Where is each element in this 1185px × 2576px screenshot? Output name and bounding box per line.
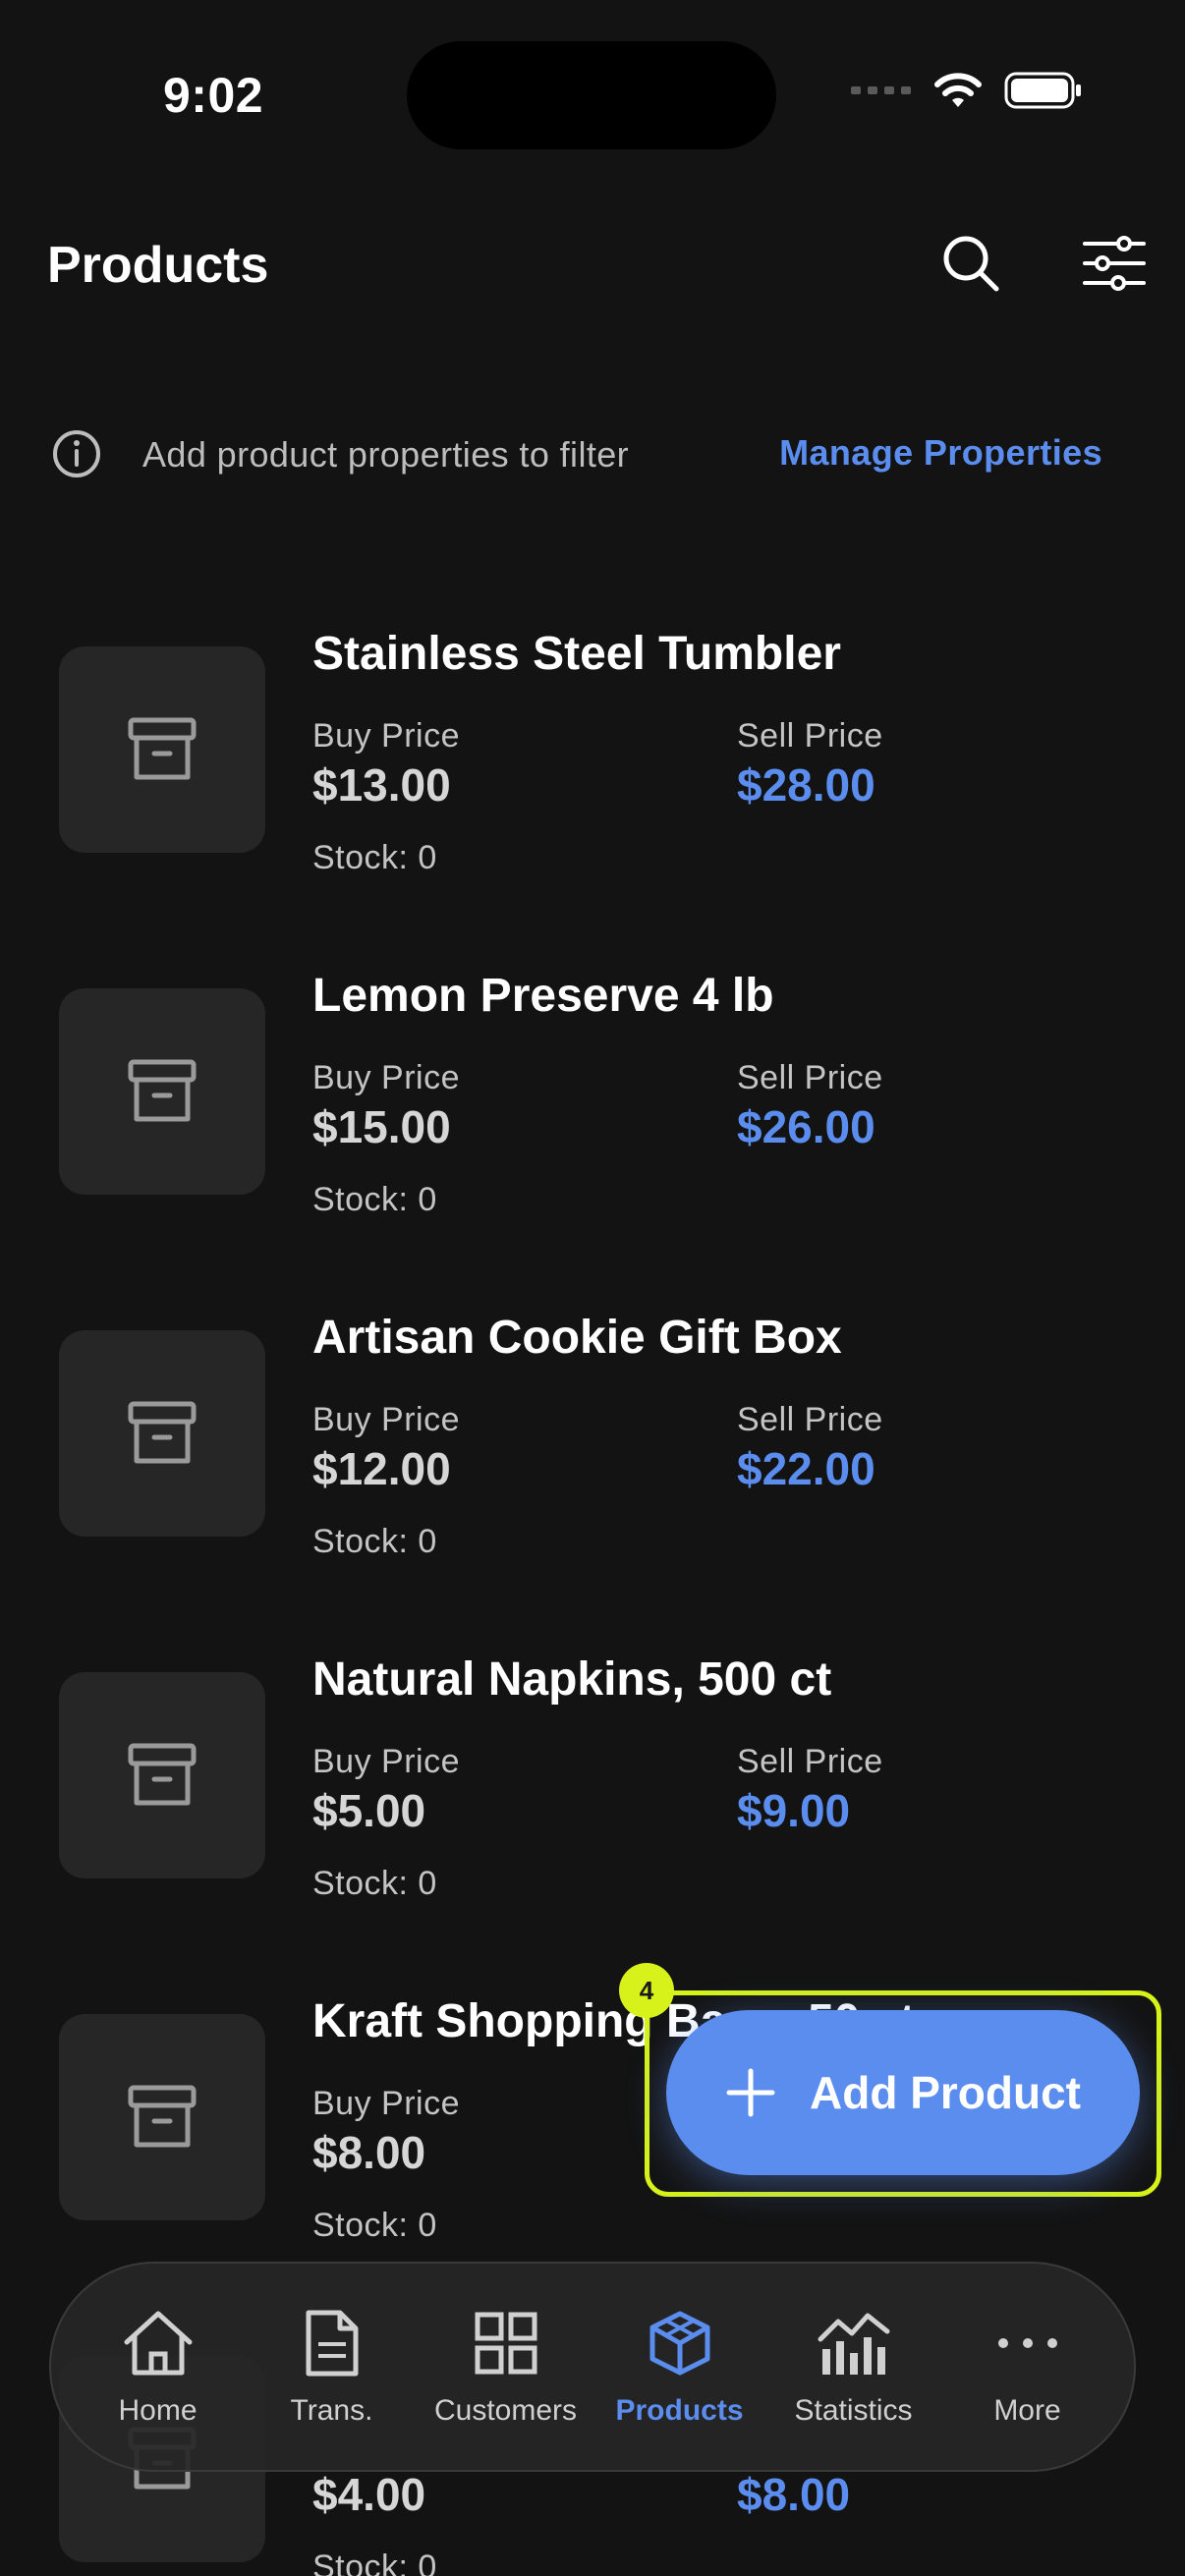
buy-price: $15.00 bbox=[312, 1101, 451, 1152]
nav-label: Trans. bbox=[290, 2394, 373, 2427]
wifi-icon bbox=[934, 73, 982, 107]
bottom-nav: Home Trans. Customers Products Statistic… bbox=[49, 2262, 1136, 2472]
more-icon bbox=[997, 2338, 1057, 2348]
info-text: Add product properties to filter bbox=[142, 434, 630, 475]
product-thumbnail bbox=[59, 988, 265, 1195]
sell-price: $28.00 bbox=[737, 759, 875, 811]
add-product-label: Add Product bbox=[810, 2067, 1081, 2118]
sell-price-label: Sell Price bbox=[737, 717, 883, 755]
stock-count: Stock: 0 bbox=[312, 1865, 437, 1902]
nav-label: Products bbox=[615, 2394, 744, 2427]
buy-price-label: Buy Price bbox=[312, 1743, 460, 1780]
status-icons bbox=[851, 71, 1083, 110]
add-product-button[interactable]: Add Product bbox=[666, 2010, 1140, 2175]
buy-price: $12.00 bbox=[312, 1443, 451, 1494]
nav-item-products[interactable]: Products bbox=[596, 2306, 763, 2428]
archive-box-icon bbox=[128, 1401, 197, 1464]
buy-price: $5.00 bbox=[312, 1785, 426, 1836]
status-time: 9:02 bbox=[163, 68, 264, 123]
filter-settings-button[interactable] bbox=[1081, 230, 1148, 297]
product-item[interactable]: Lemon Preserve 4 lb Buy Price Sell Price… bbox=[0, 951, 1185, 1293]
buy-price-label: Buy Price bbox=[312, 717, 460, 755]
nav-label: More bbox=[993, 2394, 1061, 2427]
stock-count: Stock: 0 bbox=[312, 2548, 437, 2576]
stock-count: Stock: 0 bbox=[312, 2207, 437, 2244]
sell-price-label: Sell Price bbox=[737, 1059, 883, 1096]
search-icon bbox=[943, 236, 999, 292]
archive-box-icon bbox=[128, 1059, 197, 1122]
stock-count: Stock: 0 bbox=[312, 839, 437, 876]
buy-price-label: Buy Price bbox=[312, 1401, 460, 1438]
nav-item-trans[interactable]: Trans. bbox=[249, 2306, 416, 2428]
plus-icon bbox=[726, 2068, 775, 2117]
product-thumbnail bbox=[59, 646, 265, 853]
nav-item-more[interactable]: More bbox=[944, 2306, 1111, 2428]
nav-item-statistics[interactable]: Statistics bbox=[770, 2306, 937, 2428]
manage-properties-link[interactable]: Manage Properties bbox=[779, 432, 1102, 474]
product-name: Natural Napkins, 500 ct bbox=[312, 1653, 832, 1706]
archive-box-icon bbox=[128, 1743, 197, 1806]
cube-icon bbox=[649, 2311, 709, 2376]
product-item[interactable]: Natural Napkins, 500 ct Buy Price Sell P… bbox=[0, 1635, 1185, 1977]
battery-icon bbox=[1004, 72, 1081, 109]
signal-icon bbox=[851, 86, 911, 94]
document-icon bbox=[306, 2310, 358, 2377]
dynamic-island bbox=[407, 41, 776, 149]
product-thumbnail bbox=[59, 2014, 265, 2220]
buy-price-label: Buy Price bbox=[312, 1059, 460, 1096]
buy-price: $13.00 bbox=[312, 759, 451, 811]
product-thumbnail bbox=[59, 1330, 265, 1537]
buy-price: $4.00 bbox=[312, 2469, 426, 2520]
archive-box-icon bbox=[128, 717, 197, 780]
grid-icon bbox=[475, 2312, 536, 2375]
info-icon bbox=[53, 430, 100, 477]
sell-price: $9.00 bbox=[737, 1785, 851, 1836]
nav-label: Statistics bbox=[794, 2394, 913, 2427]
sell-price: $22.00 bbox=[737, 1443, 875, 1494]
stock-count: Stock: 0 bbox=[312, 1181, 437, 1218]
nav-label: Home bbox=[118, 2394, 198, 2427]
product-name: Artisan Cookie Gift Box bbox=[312, 1312, 842, 1364]
nav-item-customers[interactable]: Customers bbox=[423, 2306, 590, 2428]
sell-price-label: Sell Price bbox=[737, 1401, 883, 1438]
sliders-icon bbox=[1083, 236, 1146, 291]
sell-price: $8.00 bbox=[737, 2469, 851, 2520]
sell-price-label: Sell Price bbox=[737, 1743, 883, 1780]
buy-price-label: Buy Price bbox=[312, 2085, 460, 2122]
buy-price: $8.00 bbox=[312, 2127, 426, 2178]
chart-icon bbox=[818, 2313, 889, 2375]
page-title: Products bbox=[47, 237, 269, 294]
product-item[interactable]: Stainless Steel Tumbler Buy Price Sell P… bbox=[0, 609, 1185, 951]
product-name: Lemon Preserve 4 lb bbox=[312, 970, 774, 1022]
nav-label: Customers bbox=[433, 2394, 578, 2427]
step-badge: 4 bbox=[619, 1963, 674, 2018]
product-item[interactable]: Artisan Cookie Gift Box Buy Price Sell P… bbox=[0, 1293, 1185, 1635]
archive-box-icon bbox=[128, 2085, 197, 2148]
product-thumbnail bbox=[59, 1672, 265, 1878]
product-name: Stainless Steel Tumbler bbox=[312, 628, 841, 680]
nav-item-home[interactable]: Home bbox=[75, 2306, 242, 2428]
stock-count: Stock: 0 bbox=[312, 1523, 437, 1560]
search-button[interactable] bbox=[937, 230, 1004, 297]
home-icon bbox=[124, 2311, 192, 2376]
sell-price: $26.00 bbox=[737, 1101, 875, 1152]
